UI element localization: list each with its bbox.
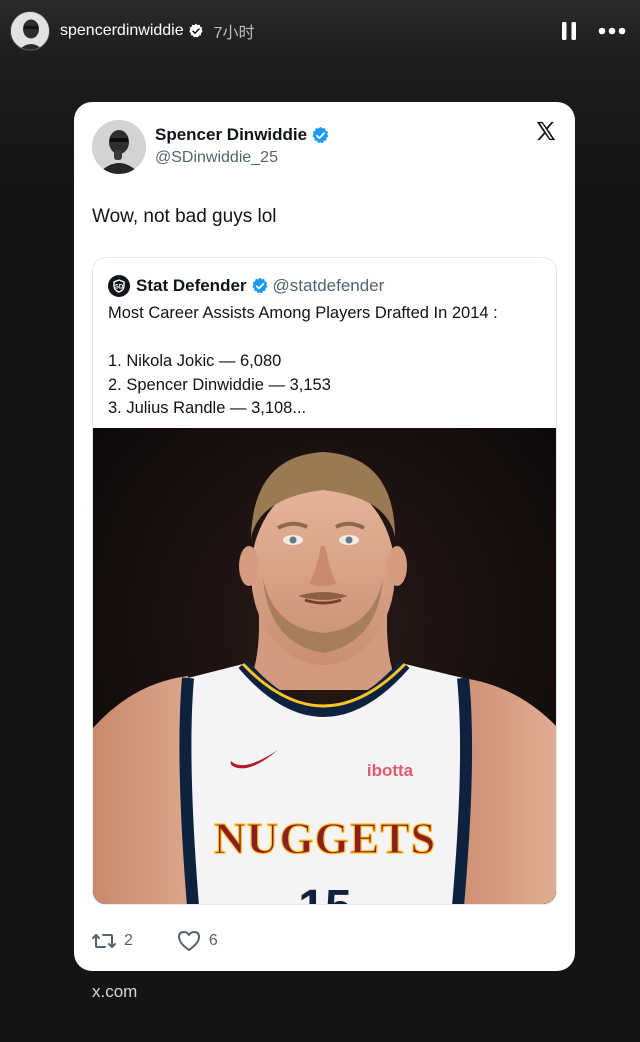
tweet-actions: 2 6 [92, 930, 262, 952]
tweet-text: Wow, not bad guys lol [92, 206, 277, 227]
jersey-number-text: 15 [298, 881, 351, 905]
story-timestamp: 7小时 [213, 25, 255, 42]
retweet-button[interactable]: 2 [92, 931, 133, 951]
stat-defender-logo-icon: SD [108, 275, 130, 297]
assists-list: 1. Nikola Jokic — 6,080 2. Spencer Dinwi… [108, 350, 331, 421]
quoted-author-handle[interactable]: @statdefender [273, 276, 385, 296]
quoted-author-name[interactable]: Stat Defender [136, 276, 247, 296]
quoted-tweet-header: SD Stat Defender @statdefender [108, 275, 384, 297]
more-options-icon[interactable] [598, 20, 626, 42]
pause-icon[interactable] [558, 20, 580, 42]
like-count: 6 [208, 932, 218, 949]
jersey-sponsor-text: ibotta [367, 761, 414, 780]
tweet-author-name[interactable]: Spencer Dinwiddie [155, 125, 330, 145]
retweet-count: 2 [124, 932, 133, 949]
heart-icon [177, 931, 200, 951]
list-item: 1. Nikola Jokic — 6,080 [108, 352, 282, 370]
like-button[interactable]: 6 [177, 930, 218, 952]
verified-badge-icon [188, 23, 204, 39]
tweet-author-avatar[interactable] [92, 120, 146, 174]
story-header: spencerdinwiddie 7小时 [0, 0, 640, 62]
verified-badge-icon [251, 277, 269, 295]
svg-text:SD: SD [115, 285, 124, 291]
list-item: 2. Spencer Dinwiddie — 3,153 [108, 375, 331, 394]
quoted-tweet[interactable]: SD Stat Defender @statdefender Most Care… [92, 257, 557, 905]
tweet-card[interactable]: Spencer Dinwiddie @SDinwiddie_25 Wow, no… [74, 102, 575, 971]
story-username[interactable]: spencerdinwiddie [60, 22, 184, 40]
player-photo[interactable]: ibotta NUGGETS 15 [93, 428, 556, 905]
jersey-team-text: NUGGETS [214, 814, 436, 863]
story-avatar[interactable] [10, 11, 50, 51]
verified-badge-icon [311, 126, 330, 145]
list-item: 3. Julius Randle — 3,108... [108, 399, 307, 417]
tweet-author-handle[interactable]: @SDinwiddie_25 [155, 149, 278, 167]
tweet-author-name-text: Spencer Dinwiddie [155, 125, 308, 144]
quoted-tweet-title: Most Career Assists Among Players Drafte… [108, 304, 498, 322]
source-link[interactable]: x.com [92, 982, 137, 1002]
retweet-icon [92, 934, 116, 948]
x-logo-icon[interactable] [535, 120, 557, 142]
